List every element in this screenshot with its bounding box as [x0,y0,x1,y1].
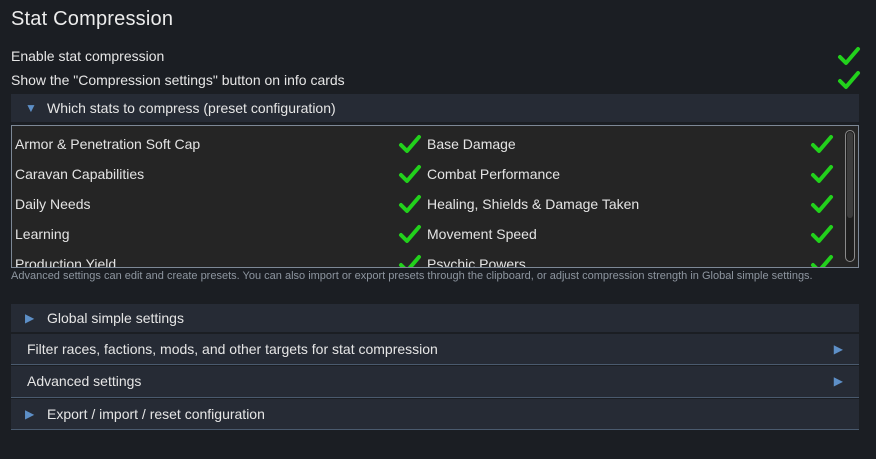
list-item[interactable]: Production Yield [15,249,420,268]
global-settings-label: Global simple settings [47,310,184,326]
advanced-settings-section[interactable]: Advanced settings ▶ [11,366,859,398]
checkmark-icon[interactable] [398,223,422,245]
list-item[interactable]: Combat Performance [427,159,817,189]
advanced-settings-label: Advanced settings [27,373,142,389]
collapsed-triangle-icon: ▶ [25,407,35,421]
checkmark-icon[interactable] [837,45,861,67]
list-scrollbar[interactable] [845,130,855,262]
stat-label: Psychic Powers [427,256,526,268]
collapsed-triangle-icon: ▶ [25,311,35,325]
checkmark-icon[interactable] [810,163,834,185]
stats-list[interactable]: Armor & Penetration Soft Cap Caravan Cap… [11,125,859,268]
stat-label: Movement Speed [427,226,537,242]
expanded-triangle-icon: ▼ [25,101,37,115]
stat-label: Learning [15,226,70,242]
show-settings-button-toggle[interactable]: Show the "Compression settings" button o… [11,69,859,91]
stat-label: Armor & Penetration Soft Cap [15,136,201,152]
export-import-label: Export / import / reset configuration [47,406,265,422]
checkmark-icon[interactable] [398,253,422,268]
preset-section-header[interactable]: ▼ Which stats to compress (preset config… [11,94,859,122]
stat-label: Caravan Capabilities [15,166,145,182]
filter-targets-label: Filter races, factions, mods, and other … [27,341,438,357]
export-import-section[interactable]: ▶ Export / import / reset configuration [11,399,859,430]
checkmark-icon[interactable] [810,253,834,268]
stat-label: Production Yield [15,256,117,268]
enable-compression-toggle[interactable]: Enable stat compression [11,45,859,67]
stat-label: Base Damage [427,136,516,152]
scrollbar-thumb[interactable] [847,132,853,218]
preset-section-label: Which stats to compress (preset configur… [47,100,336,116]
stat-label: Healing, Shields & Damage Taken [427,196,640,212]
enable-compression-label: Enable stat compression [11,48,165,64]
list-item[interactable]: Learning [15,219,420,249]
checkmark-icon[interactable] [810,133,834,155]
advanced-settings-hint: Advanced settings can edit and create pr… [11,270,813,282]
list-item[interactable]: Healing, Shields & Damage Taken [427,189,817,219]
collapsed-triangle-icon: ▶ [833,374,843,388]
list-item[interactable]: Caravan Capabilities [15,159,420,189]
stat-label: Combat Performance [427,166,561,182]
list-item[interactable]: Daily Needs [15,189,420,219]
checkmark-icon[interactable] [398,163,422,185]
list-item[interactable]: Base Damage [427,129,817,159]
page-title: Stat Compression [11,8,174,30]
checkmark-icon[interactable] [398,193,422,215]
filter-targets-section[interactable]: Filter races, factions, mods, and other … [11,334,859,365]
collapsed-triangle-icon: ▶ [833,342,843,356]
list-item[interactable]: Armor & Penetration Soft Cap [15,129,420,159]
checkmark-icon[interactable] [398,133,422,155]
global-settings-section[interactable]: ▶ Global simple settings [11,304,859,332]
checkmark-icon[interactable] [810,193,834,215]
show-settings-button-label: Show the "Compression settings" button o… [11,72,345,88]
checkmark-icon[interactable] [837,69,861,91]
stat-label: Daily Needs [15,196,91,212]
checkmark-icon[interactable] [810,223,834,245]
list-item[interactable]: Psychic Powers [427,249,817,268]
list-item[interactable]: Movement Speed [427,219,817,249]
